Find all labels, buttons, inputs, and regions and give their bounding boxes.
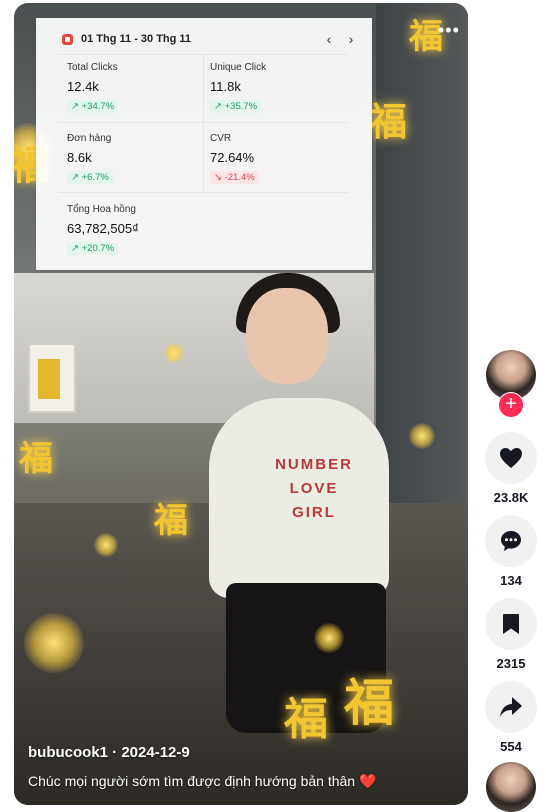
background-door <box>376 3 468 563</box>
share-arrow-icon <box>500 697 522 717</box>
metric-change: ↗ +20.7% <box>67 242 119 255</box>
metric-total-commission: Tổng Hoa hồng 63,782,505₫ ↗ +20.7% <box>67 204 317 268</box>
wall-frame <box>28 343 76 413</box>
video-caption: Chúc mọi người sớm tìm được định hướng b… <box>28 773 377 789</box>
sparkle <box>94 533 118 557</box>
comment-icon <box>501 531 521 551</box>
metric-change: ↗ +6.7% <box>67 171 113 184</box>
metric-value: 63,782,505₫ <box>67 221 139 236</box>
metric-cvr: CVR 72.64% ↘ -21.4% <box>210 133 344 197</box>
fu-decoration: 福 <box>19 439 53 479</box>
metric-value: 72.64% <box>210 150 255 165</box>
share-count: 554 <box>500 739 522 754</box>
action-rail: + 23.8K 134 2315 554 <box>482 0 542 812</box>
fu-decoration: 福 <box>369 99 408 144</box>
fu-decoration: 福 <box>344 673 394 732</box>
share-button[interactable] <box>485 681 537 733</box>
metric-value: 12.4k <box>67 79 99 94</box>
fu-decoration: 福 <box>284 694 328 745</box>
metric-label: Tổng Hoa hồng <box>67 204 136 215</box>
bookmark-icon <box>503 614 519 634</box>
metric-label: CVR <box>210 133 232 144</box>
comment-button[interactable] <box>485 515 537 567</box>
comment-count: 134 <box>500 573 522 588</box>
like-count: 23.8K <box>493 490 529 505</box>
metric-orders: Đơn hàng 8.6k ↗ +6.7% <box>67 133 201 197</box>
sound-avatar[interactable] <box>486 762 536 812</box>
shirt-print: NUMBER LOVE GIRL <box>275 456 353 521</box>
metric-change: ↗ +34.7% <box>67 100 119 113</box>
heart-emoji: ❤️ <box>358 773 377 789</box>
person-head <box>246 288 328 384</box>
metric-change: ↘ -21.4% <box>210 171 259 184</box>
metric-value: 8.6k <box>67 150 92 165</box>
metric-value: 11.8k <box>210 79 241 94</box>
metric-unique-click: Unique Click 11.8k ↗ +35.7% <box>210 62 344 126</box>
video-author[interactable]: bubucook1 · 2024-12-9 <box>28 744 190 761</box>
metric-total-clicks: Total Clicks 12.4k ↗ +34.7% <box>67 62 201 126</box>
save-button[interactable] <box>485 598 537 650</box>
sparkle <box>24 613 84 673</box>
follow-button[interactable]: + <box>498 392 524 418</box>
metric-change: ↗ +35.7% <box>210 100 262 113</box>
sparkle <box>314 623 344 653</box>
metric-label: Unique Click <box>210 62 267 73</box>
more-options-icon[interactable]: ••• <box>438 20 460 41</box>
stats-header: 01 Thg 11 - 30 Thg 11 ‹ › <box>62 28 362 50</box>
sparkle <box>164 343 184 363</box>
fu-decoration: 福 <box>154 501 188 541</box>
chevron-left-icon[interactable]: ‹ <box>318 31 340 47</box>
save-count: 2315 <box>496 656 526 671</box>
heart-icon <box>500 448 522 468</box>
date-range: 01 Thg 11 - 30 Thg 11 <box>81 33 192 45</box>
chevron-right-icon[interactable]: › <box>340 31 362 47</box>
like-button[interactable] <box>485 432 537 484</box>
metric-label: Đơn hàng <box>67 133 112 144</box>
metric-label: Total Clicks <box>67 62 118 73</box>
sparkle <box>409 423 435 449</box>
calendar-icon <box>62 33 73 45</box>
stats-panel: 01 Thg 11 - 30 Thg 11 ‹ › Total Clicks 1… <box>36 18 372 270</box>
